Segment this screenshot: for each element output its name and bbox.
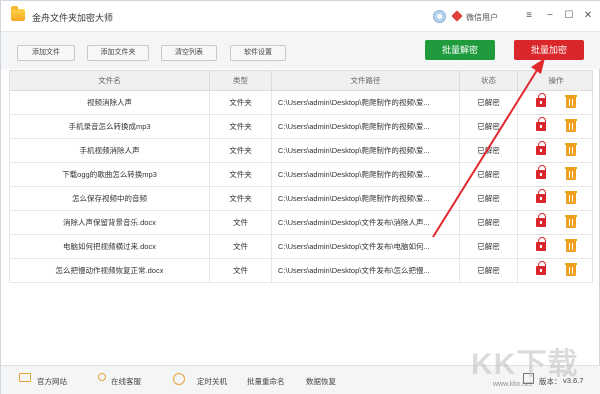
row-path: C:\Users\admin\Desktop\文件发布\怎么把慢... [272, 259, 460, 282]
row-actions [518, 259, 594, 282]
row-type: 文件 [210, 211, 272, 234]
maximize-button[interactable]: ☐ [562, 9, 576, 23]
watermark-logo: KK下载 [471, 348, 579, 381]
row-path: C:\Users\admin\Desktop\爬爬制作的视频\爱... [272, 187, 460, 210]
row-type: 文件 [210, 235, 272, 258]
title-bar: 金舟文件夹加密大师 微信用户 ≡ − ☐ ✕ [1, 1, 600, 31]
row-actions [518, 211, 594, 234]
lock-icon[interactable] [536, 189, 546, 203]
data-recovery-link[interactable]: 数据恢复 [306, 376, 336, 387]
row-filename: 下载ogg的歌曲怎么转换mp3 [10, 163, 210, 186]
online-service-link[interactable]: 在线客服 [111, 376, 141, 387]
row-actions [518, 115, 594, 138]
watermark-url: www.kkx.net [493, 381, 532, 388]
trash-icon[interactable] [565, 239, 577, 252]
row-status: 已解密 [460, 91, 518, 114]
row-status: 已解密 [460, 235, 518, 258]
settings-button[interactable]: 软件设置 [230, 45, 286, 61]
header-filename: 文件名 [10, 71, 210, 92]
add-file-button[interactable]: 添加文件 [17, 45, 75, 61]
row-path: C:\Users\admin\Desktop\文件发布\电脑如何... [272, 235, 460, 258]
header-actions: 操作 [548, 76, 564, 85]
row-status: 已解密 [460, 115, 518, 138]
trash-icon[interactable] [565, 215, 577, 228]
add-folder-button[interactable]: 添加文件夹 [87, 45, 149, 61]
timed-shutdown-link[interactable]: 定时关机 [197, 376, 227, 387]
monitor-icon [19, 373, 31, 382]
official-site-link[interactable]: 官方网站 [37, 376, 67, 387]
lock-icon[interactable] [536, 237, 546, 251]
table-row[interactable]: 怎么保存视频中的音频 文件夹 C:\Users\admin\Desktop\爬爬… [9, 187, 593, 211]
row-type: 文件夹 [210, 187, 272, 210]
header-status: 状态 [460, 71, 518, 92]
row-status: 已解密 [460, 259, 518, 282]
row-filename: 怎么把慢动作视频恢复正常.docx [10, 259, 210, 282]
row-actions [518, 187, 594, 210]
menu-icon[interactable]: ≡ [522, 9, 536, 23]
clear-list-button[interactable]: 清空列表 [161, 45, 217, 61]
trash-icon[interactable] [565, 143, 577, 156]
row-actions [518, 91, 594, 114]
app-title: 金舟文件夹加密大师 [32, 13, 114, 23]
row-status: 已解密 [460, 139, 518, 162]
lock-icon[interactable] [536, 165, 546, 179]
lock-icon[interactable] [536, 141, 546, 155]
minimize-button[interactable]: − [543, 9, 557, 23]
row-filename: 电脑如何把视频横过来.docx [10, 235, 210, 258]
trash-icon[interactable] [565, 191, 577, 204]
row-type: 文件夹 [210, 115, 272, 138]
row-path: C:\Users\admin\Desktop\爬爬制作的视频\爱... [272, 163, 460, 186]
row-type: 文件 [210, 259, 272, 282]
table-row[interactable]: 消除人声保留背景音乐.docx 文件 C:\Users\admin\Deskto… [9, 211, 593, 235]
trash-icon[interactable] [565, 95, 577, 108]
table-header: 文件名 类型 文件路径 状态 操作 [9, 70, 593, 92]
table-row[interactable]: 下载ogg的歌曲怎么转换mp3 文件夹 C:\Users\admin\Deskt… [9, 163, 593, 187]
batch-decrypt-button[interactable]: 批量解密 [425, 40, 495, 60]
trash-icon[interactable] [565, 263, 577, 276]
row-path: C:\Users\admin\Desktop\爬爬制作的视频\爱... [272, 91, 460, 114]
row-path: C:\Users\admin\Desktop\文件发布\消除人声... [272, 211, 460, 234]
row-filename: 手机视频消除人声 [10, 139, 210, 162]
row-actions [518, 139, 594, 162]
row-filename: 视频消除人声 [10, 91, 210, 114]
table-row[interactable]: 视频消除人声 文件夹 C:\Users\admin\Desktop\爬爬制作的视… [9, 91, 593, 115]
row-filename: 消除人声保留背景音乐.docx [10, 211, 210, 234]
row-status: 已解密 [460, 187, 518, 210]
batch-rename-link[interactable]: 批量重命名 [247, 376, 285, 387]
table-row[interactable]: 手机录音怎么转换成mp3 文件夹 C:\Users\admin\Desktop\… [9, 115, 593, 139]
row-type: 文件夹 [210, 91, 272, 114]
row-actions [518, 163, 594, 186]
clock-icon [173, 373, 185, 385]
trash-icon[interactable] [565, 167, 577, 180]
row-path: C:\Users\admin\Desktop\爬爬制作的视频\爱... [272, 115, 460, 138]
user-avatar[interactable] [433, 10, 446, 23]
lock-icon[interactable] [536, 93, 546, 107]
row-filename: 手机录音怎么转换成mp3 [10, 115, 210, 138]
table-row[interactable]: 电脑如何把视频横过来.docx 文件 C:\Users\admin\Deskto… [9, 235, 593, 259]
close-button[interactable]: ✕ [581, 9, 595, 23]
lock-icon[interactable] [536, 261, 546, 275]
user-name[interactable]: 微信用户 [466, 12, 498, 23]
lock-icon[interactable] [536, 213, 546, 227]
vip-badge-icon [451, 10, 463, 22]
row-type: 文件夹 [210, 139, 272, 162]
row-path: C:\Users\admin\Desktop\爬爬制作的视频\爱... [272, 139, 460, 162]
row-filename: 怎么保存视频中的音频 [10, 187, 210, 210]
header-path: 文件路径 [272, 71, 460, 92]
folder-logo-icon [11, 6, 25, 21]
row-status: 已解密 [460, 211, 518, 234]
lock-icon[interactable] [536, 117, 546, 131]
trash-icon[interactable] [565, 119, 577, 132]
support-agent-icon [98, 373, 106, 381]
row-status: 已解密 [460, 163, 518, 186]
batch-encrypt-button[interactable]: 批量加密 [514, 40, 584, 60]
table-row[interactable]: 手机视频消除人声 文件夹 C:\Users\admin\Desktop\爬爬制作… [9, 139, 593, 163]
header-type: 类型 [210, 71, 272, 92]
app-window: 金舟文件夹加密大师 微信用户 ≡ − ☐ ✕ 添加文件 添加文件夹 清空列表 软… [0, 0, 600, 394]
table-row[interactable]: 怎么把慢动作视频恢复正常.docx 文件 C:\Users\admin\Desk… [9, 259, 593, 283]
row-type: 文件夹 [210, 163, 272, 186]
row-actions [518, 235, 594, 258]
toolbar: 添加文件 添加文件夹 清空列表 软件设置 批量解密 批量加密 [1, 31, 600, 69]
